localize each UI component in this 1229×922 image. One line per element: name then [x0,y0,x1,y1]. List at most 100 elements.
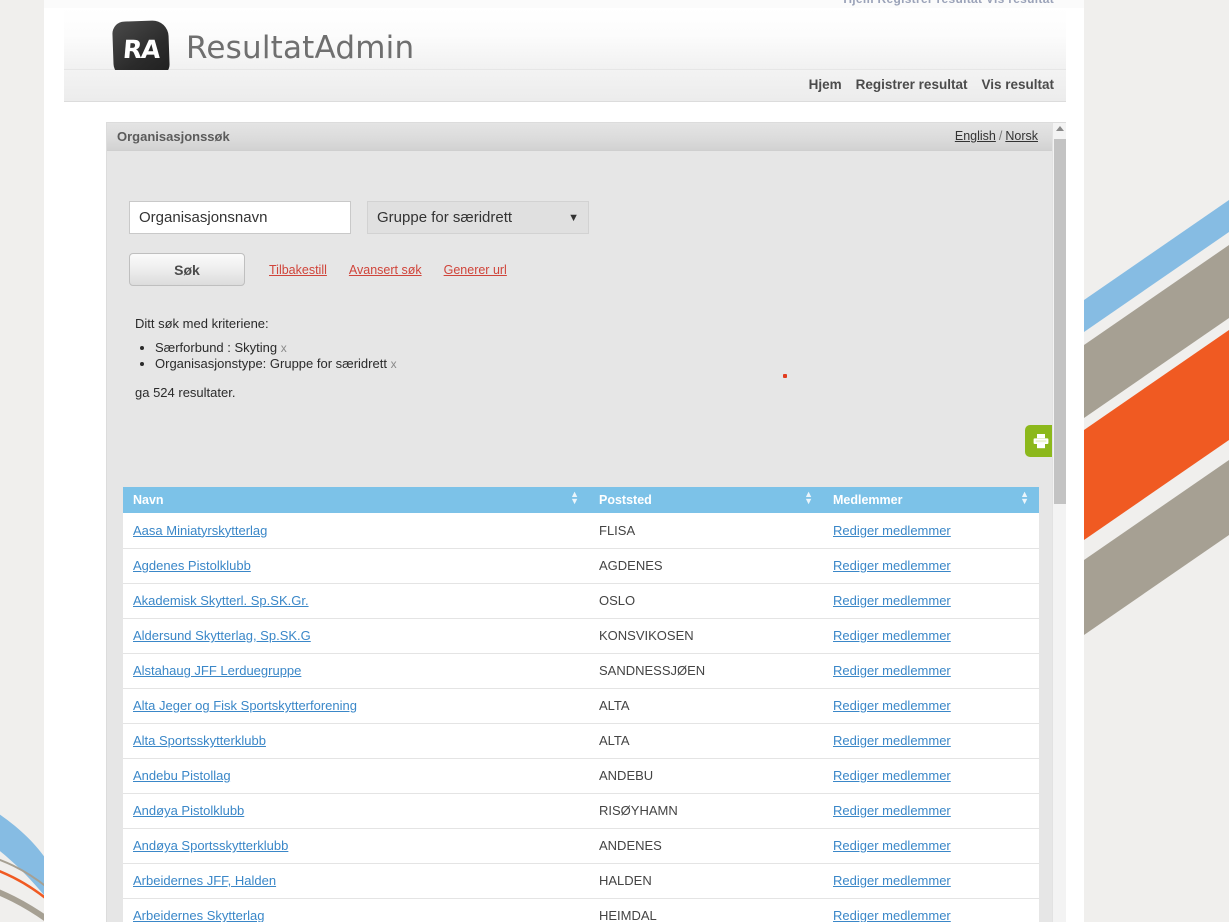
edit-members-link[interactable]: Rediger medlemmer [833,628,951,643]
remove-criteria-icon[interactable]: x [391,357,397,371]
page-container: Hjem Registrer resultat Vis resultat RA … [44,0,1084,922]
cell-medlemmer: Rediger medlemmer [823,723,1039,759]
table-row: Andøya Pistolklubb RISØYHAMN Rediger medle… [123,793,1039,829]
action-row: Søk Tilbakestill Avansert søk Generer ur… [129,253,507,286]
cell-poststed: FLISA [589,513,823,549]
table-body: Aasa Miniatyrskytterlag FLISA Rediger medl… [123,513,1039,922]
result-count: ga 524 resultater. [135,385,236,400]
edit-members-link[interactable]: Rediger medlemmer [833,593,951,608]
criteria-item-label: Organisasjonstype: Gruppe for særidrett [155,355,387,371]
printer-icon [1033,434,1049,449]
scroll-thumb[interactable] [1054,139,1066,504]
col-header-navn-label: Navn [133,493,164,507]
edit-members-link[interactable]: Rediger medlemmer [833,558,951,573]
logo-text: RA [121,34,161,64]
org-name-link[interactable]: Alta Sportsskytterklubb [133,733,266,748]
cell-navn: Alta Jeger og Fisk Sportskytterforening [123,688,589,724]
cell-medlemmer: Rediger medlemmer [823,863,1039,899]
col-header-medlemmer[interactable]: Medlemmer ▲ ▼ [823,487,1039,513]
criteria-item: Særforbund : Skyting x [155,341,397,356]
table-row: Andøya Sportsskytterklubb ANDENES Rediger … [123,828,1039,864]
link-tilbakestill[interactable]: Tilbakestill [269,263,327,277]
cell-medlemmer: Rediger medlemmer [823,618,1039,654]
org-name-link[interactable]: Alta Jeger og Fisk Sportskytterforening [133,698,357,713]
org-name-link[interactable]: Arbeidernes Skytterlag [133,908,265,922]
org-name-link[interactable]: Andøya Sportsskytterklubb [133,838,288,853]
table-row: Andebu Pistollag ANDEBU Rediger medlemmer [123,758,1039,794]
cell-poststed: HALDEN [589,863,823,899]
main-navbar: Hjem Registrer resultat Vis resultat [64,70,1066,102]
edit-members-link[interactable]: Rediger medlemmer [833,908,951,922]
nav-hjem[interactable]: Hjem [809,77,842,92]
cell-navn: Aasa Miniatyrskytterlag [123,513,589,549]
quick-links: Tilbakestill Avansert søk Generer url [269,263,507,277]
edit-members-link[interactable]: Rediger medlemmer [833,663,951,678]
sort-arrows-icon[interactable]: ▲ ▼ [804,490,813,506]
org-name-link[interactable]: Andebu Pistollag [133,768,231,783]
link-generer-url[interactable]: Generer url [444,263,507,277]
edit-members-link[interactable]: Rediger medlemmer [833,698,951,713]
cell-poststed: AGDENES [589,548,823,584]
cell-navn: Andebu Pistollag [123,758,589,794]
nav-vis-resultat[interactable]: Vis resultat [981,77,1054,92]
org-type-select[interactable]: Gruppe for særidrett ▼ [367,201,589,234]
cell-poststed: ALTA [589,688,823,724]
table-head: Navn ▲ ▼ Poststed ▲ ▼ Medlemmer ▲ ▼ [123,487,1039,513]
right-diagonal-stripes [1084,200,1229,635]
org-name-link[interactable]: Aldersund Skytterlag, Sp.SK.G [133,628,311,643]
site-header: RA ResultatAdmin [64,8,1066,78]
cell-poststed: HEIMDAL [589,898,823,922]
table-header-row: Navn ▲ ▼ Poststed ▲ ▼ Medlemmer ▲ ▼ [123,487,1039,513]
sort-arrows-icon[interactable]: ▲ ▼ [1020,490,1029,506]
nav-links: Hjem Registrer resultat Vis resultat [809,77,1054,92]
nav-registrer-resultat[interactable]: Registrer resultat [856,77,968,92]
cell-navn: Alta Sportsskytterklubb [123,723,589,759]
table-row: Alta Sportsskytterklubb ALTA Rediger medle… [123,723,1039,759]
sort-arrows-icon[interactable]: ▲ ▼ [570,490,579,506]
cell-poststed: ALTA [589,723,823,759]
search-row: Gruppe for særidrett ▼ [129,201,589,234]
edit-members-link[interactable]: Rediger medlemmer [833,803,951,818]
table-row: Aldersund Skytterlag, Sp.SK.G KONSVIKOSEN… [123,618,1039,654]
panel-header: Organisasjonssøk English / Norsk [107,123,1066,151]
lang-norsk[interactable]: Norsk [1005,129,1038,143]
edit-members-link[interactable]: Rediger medlemmer [833,733,951,748]
search-input[interactable] [129,201,351,234]
cell-poststed: RISØYHAMN [589,793,823,829]
table-row: Arbeidernes Skytterlag HEIMDAL Rediger med… [123,898,1039,922]
cell-poststed: OSLO [589,583,823,619]
triangle-up-icon[interactable] [1056,126,1064,131]
edit-members-link[interactable]: Rediger medlemmer [833,873,951,888]
org-name-link[interactable]: Agdenes Pistolklubb [133,558,251,573]
page-title: Organisasjonssøk [117,129,230,144]
results-table-wrapper: Navn ▲ ▼ Poststed ▲ ▼ Medlemmer ▲ ▼ Aasa… [123,487,1039,922]
edit-members-link[interactable]: Rediger medlemmer [833,523,951,538]
edit-members-link[interactable]: Rediger medlemmer [833,838,951,853]
col-header-medlemmer-label: Medlemmer [833,493,903,507]
org-name-link[interactable]: Andøya Pistolklubb [133,803,244,818]
col-header-navn[interactable]: Navn ▲ ▼ [123,487,589,513]
cut-off-top-nav: Hjem Registrer resultat Vis resultat [44,0,1084,8]
panel-scrollbar[interactable] [1052,123,1066,922]
org-name-link[interactable]: Alstahaug JFF Lerduegruppe [133,663,301,678]
cell-poststed: ANDEBU [589,758,823,794]
org-name-link[interactable]: Arbeidernes JFF, Halden [133,873,276,888]
chevron-down-icon: ▼ [568,212,579,224]
search-button[interactable]: Søk [129,253,245,286]
table-row: Alta Jeger og Fisk Sportskytterforening A… [123,688,1039,724]
edit-members-link[interactable]: Rediger medlemmer [833,768,951,783]
criteria-lead: Ditt søk med kriteriene: [135,316,269,331]
remove-criteria-icon[interactable]: x [281,341,287,355]
cell-medlemmer: Rediger medlemmer [823,513,1039,549]
org-name-link[interactable]: Akademisk Skytterl. Sp.SK.Gr. [133,593,309,608]
lang-english[interactable]: English [955,129,996,143]
cut-off-nav-text: Hjem Registrer resultat Vis resultat [843,0,1054,6]
col-header-poststed[interactable]: Poststed ▲ ▼ [589,487,823,513]
org-name-link[interactable]: Aasa Miniatyrskytterlag [133,523,267,538]
panel-body: Gruppe for særidrett ▼ Søk Tilbakestill … [107,151,1066,922]
lang-separator: / [998,129,1003,143]
app-title: ResultatAdmin [186,30,415,66]
table-row: Aasa Miniatyrskytterlag FLISA Rediger medl… [123,513,1039,549]
link-avansert-sok[interactable]: Avansert søk [349,263,422,277]
criteria-list: Særforbund : Skyting x Organisasjonstype… [135,341,397,371]
